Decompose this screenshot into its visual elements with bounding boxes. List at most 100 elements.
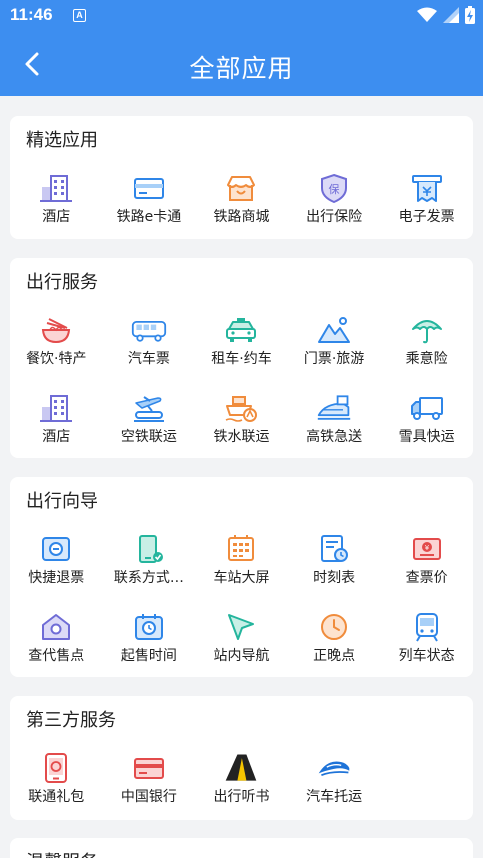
app-item[interactable]: 站内导航 xyxy=(195,611,288,689)
app-grid: 联通礼包 中国银行 出行听书 汽车托运 xyxy=(10,752,473,830)
plane-train-icon xyxy=(131,392,167,424)
insurance-icon: 保 xyxy=(316,172,352,204)
app-item-label: 查票价 xyxy=(405,570,448,586)
app-item[interactable]: 列车状态 xyxy=(380,611,473,689)
app-item-label: 铁路商城 xyxy=(213,209,270,225)
navigation-icon xyxy=(223,611,259,643)
app-item-label: 起售时间 xyxy=(120,648,177,664)
app-item-label: 空铁联运 xyxy=(120,429,177,445)
app-item[interactable]: 出行听书 xyxy=(195,752,288,830)
svg-text:¥: ¥ xyxy=(424,544,429,552)
app-item-label: 酒店 xyxy=(42,429,71,445)
app-item[interactable]: 电子发票 xyxy=(380,172,473,250)
section-title: 精选应用 xyxy=(26,130,98,151)
app-item[interactable]: 时刻表 xyxy=(288,533,381,611)
app-item[interactable]: 起售时间 xyxy=(103,611,196,689)
mountain-icon xyxy=(316,314,352,346)
app-item[interactable]: 铁路商城 xyxy=(195,172,288,250)
app-item-label: 门票·旅游 xyxy=(303,351,365,367)
app-item-label: 餐饮·特产 xyxy=(26,351,87,367)
agency-icon xyxy=(38,611,74,643)
app-item[interactable]: 高铁急送 xyxy=(288,392,381,470)
battery-icon xyxy=(465,6,475,24)
app-item-label: 汽车托运 xyxy=(306,789,363,805)
section-card: 出行服务 餐饮·特产 汽车票 租车·约车 门票·旅游 乘意险 酒店 空铁联运 铁水联运 高铁急送 雪… xyxy=(10,258,473,458)
unicom-icon xyxy=(38,752,74,784)
truck-icon xyxy=(409,392,445,424)
refund-icon xyxy=(38,533,74,565)
app-item[interactable]: 联通礼包 xyxy=(10,752,103,830)
section-card: 出行向导 快捷退票 联系方式… 车站大屏 时刻表 ¥ 查票价 查代售点 起售时间 站内导航 正晚点 列… xyxy=(10,477,473,677)
app-item[interactable]: 快捷退票 xyxy=(10,533,103,611)
bank-card-icon xyxy=(131,752,167,784)
invoice-icon xyxy=(409,172,445,204)
app-item[interactable]: 租车·约车 xyxy=(195,314,288,392)
section-card: 精选应用 酒店 铁路e卡通 铁路商城 保出行保险 电子发票 xyxy=(10,116,473,239)
calendar-clock-icon xyxy=(131,611,167,643)
app-item[interactable]: 保出行保险 xyxy=(288,172,381,250)
app-bar: 全部应用 xyxy=(0,32,483,96)
screen-icon xyxy=(223,533,259,565)
app-item[interactable]: 酒店 xyxy=(10,392,103,470)
app-grid: 酒店 铁路e卡通 铁路商城 保出行保险 电子发票 xyxy=(10,172,473,250)
wifi-icon xyxy=(417,7,437,22)
app-item[interactable]: 汽车票 xyxy=(103,314,196,392)
app-item[interactable]: 雪具快运 xyxy=(380,392,473,470)
app-item-label: 列车状态 xyxy=(398,648,455,664)
app-item-label: 酒店 xyxy=(42,209,71,225)
app-item[interactable]: 正晚点 xyxy=(288,611,381,689)
app-item[interactable]: 车站大屏 xyxy=(195,533,288,611)
clock-icon xyxy=(316,611,352,643)
app-item[interactable]: 空铁联运 xyxy=(103,392,196,470)
section-title: 出行服务 xyxy=(26,272,98,293)
umbrella-icon xyxy=(409,314,445,346)
section-card: 第三方服务 联通礼包 中国银行 出行听书 汽车托运 xyxy=(10,696,473,820)
ship-icon xyxy=(223,392,259,424)
app-item-label: 汽车票 xyxy=(127,351,170,367)
app-item-label: 查代售点 xyxy=(28,648,85,664)
app-item[interactable]: 乘意险 xyxy=(380,314,473,392)
hotel-icon xyxy=(38,392,74,424)
shop-icon xyxy=(223,172,259,204)
audiobook-icon xyxy=(223,752,259,784)
taxi-icon xyxy=(223,314,259,346)
app-item-label: 时刻表 xyxy=(313,570,356,586)
svg-text:保: 保 xyxy=(329,182,340,196)
app-item-label: 联通礼包 xyxy=(28,789,85,805)
phone-icon xyxy=(131,533,167,565)
app-item[interactable]: 铁水联运 xyxy=(195,392,288,470)
app-item[interactable]: 酒店 xyxy=(10,172,103,250)
hotel-icon xyxy=(38,172,74,204)
app-item[interactable]: 联系方式… xyxy=(103,533,196,611)
app-item-label: 乘意险 xyxy=(405,351,448,367)
status-time: 11:46 xyxy=(10,5,53,24)
bus-icon xyxy=(131,314,167,346)
app-item-label: 出行保险 xyxy=(306,209,363,225)
app-item[interactable]: 铁路e卡通 xyxy=(103,172,196,250)
app-item-label: 车站大屏 xyxy=(213,570,270,586)
app-item-label: 站内导航 xyxy=(213,648,270,664)
notification-icon: A xyxy=(73,9,86,22)
app-item-label: 出行听书 xyxy=(213,789,270,805)
app-item[interactable]: 中国银行 xyxy=(103,752,196,830)
app-item-label: 高铁急送 xyxy=(306,429,363,445)
app-item-label: 租车·约车 xyxy=(211,351,272,367)
app-item[interactable]: 汽车托运 xyxy=(288,752,381,830)
app-item[interactable]: 餐饮·特产 xyxy=(10,314,103,392)
app-item[interactable]: 门票·旅游 xyxy=(288,314,381,392)
app-item-label: 快捷退票 xyxy=(28,570,85,586)
status-icons xyxy=(417,6,475,24)
status-bar: 11:46 A xyxy=(0,0,483,32)
food-icon xyxy=(38,314,74,346)
app-grid: 餐饮·特产 汽车票 租车·约车 门票·旅游 乘意险酒店 空铁联运 铁水联运 高铁急送 雪具快运 xyxy=(10,314,473,470)
page-title: 全部应用 xyxy=(189,54,294,83)
app-item-label: 正晚点 xyxy=(313,648,356,664)
section-title: 第三方服务 xyxy=(26,710,116,731)
app-item[interactable]: 查代售点 xyxy=(10,611,103,689)
price-icon: ¥ xyxy=(409,533,445,565)
car-shipping-icon xyxy=(316,752,352,784)
app-item-label: 电子发票 xyxy=(398,209,455,225)
signal-icon xyxy=(443,7,459,23)
app-item[interactable]: ¥ 查票价 xyxy=(380,533,473,611)
express-icon xyxy=(316,392,352,424)
